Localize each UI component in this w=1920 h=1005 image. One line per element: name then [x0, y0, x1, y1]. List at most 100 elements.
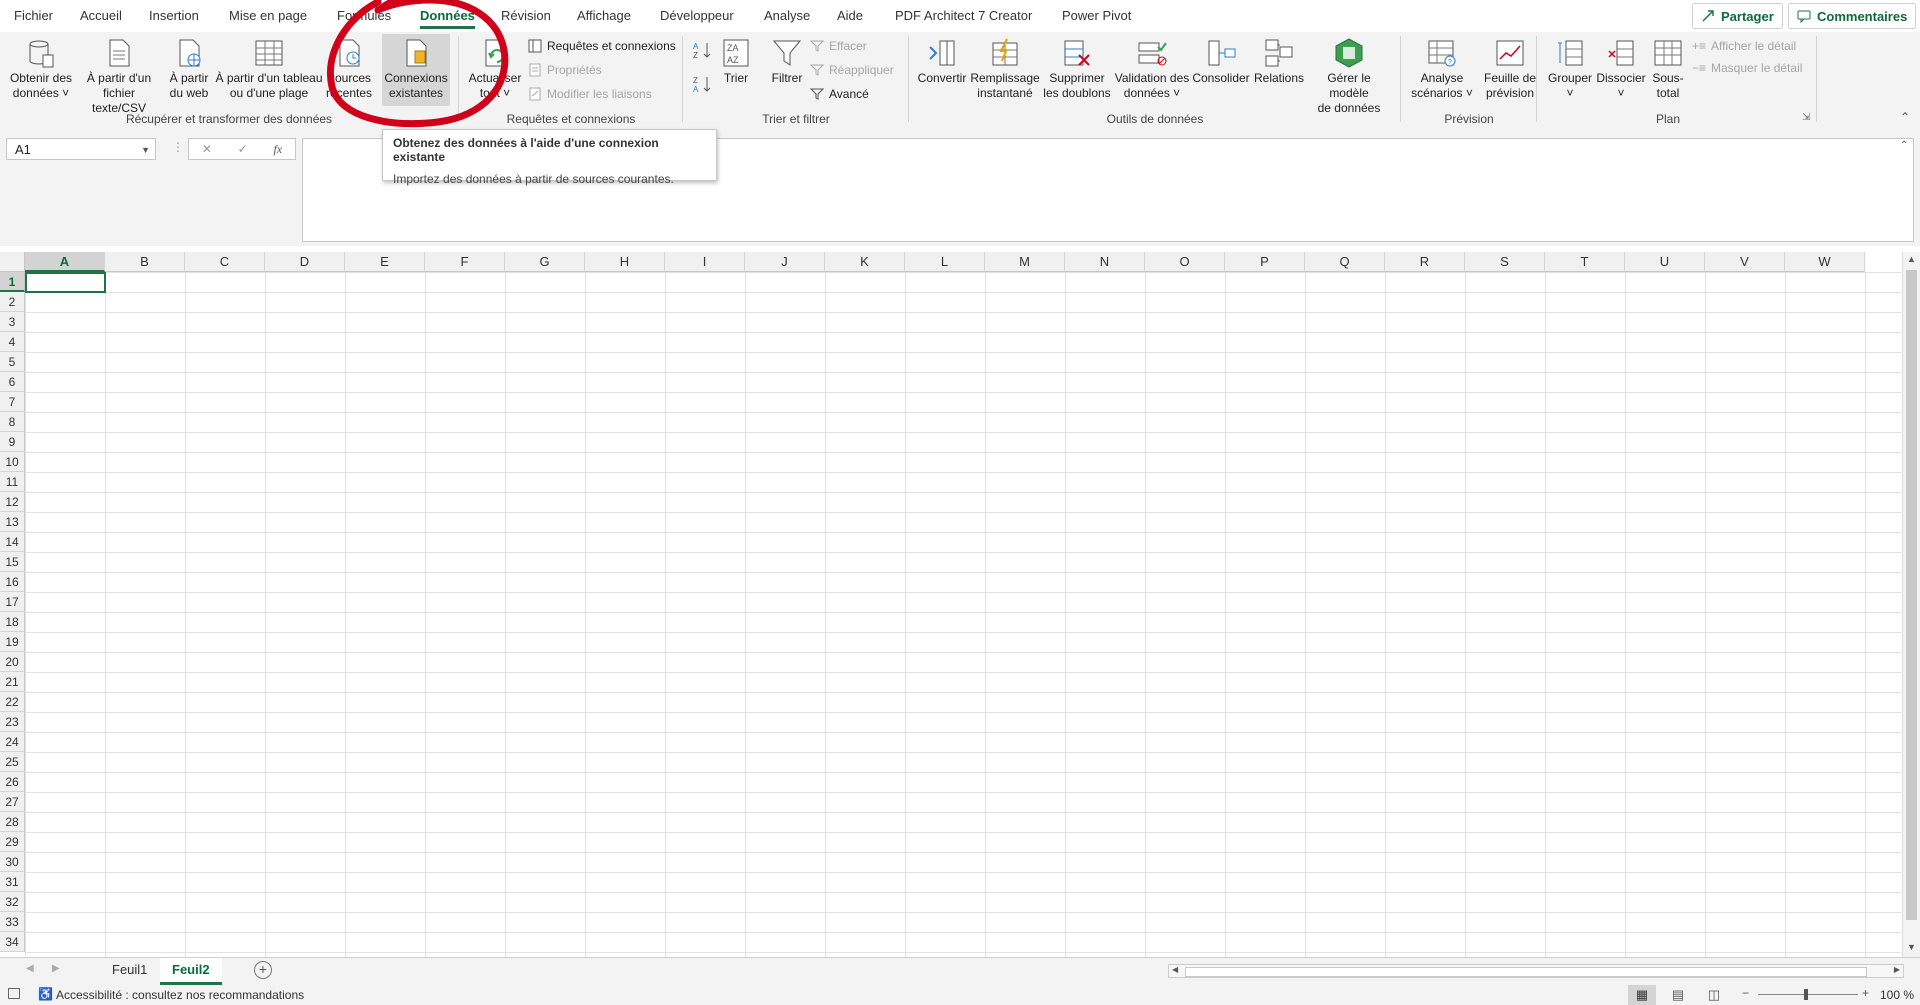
column-header[interactable]: M	[985, 252, 1065, 272]
from-table-button[interactable]: À partir d'un tableau ou d'une plage	[214, 34, 324, 106]
zoom-out-icon[interactable]: −	[1742, 986, 1749, 1000]
zoom-slider[interactable]	[1758, 994, 1858, 995]
tab-developpeur[interactable]: Développeur	[660, 8, 734, 23]
share-button[interactable]: Partager	[1692, 3, 1783, 29]
next-sheet-icon[interactable]: ▶	[52, 963, 60, 974]
horizontal-scrollbar[interactable]: ◀ ▶	[1168, 964, 1904, 978]
vertical-scrollbar[interactable]: ▲ ▼	[1902, 252, 1920, 957]
page-layout-icon[interactable]: ▤	[1666, 985, 1690, 1005]
tab-analyse[interactable]: Analyse	[764, 8, 810, 23]
get-data-button[interactable]: Obtenir des données ˅	[4, 34, 78, 106]
row-header[interactable]: 13	[0, 512, 25, 532]
column-header[interactable]: B	[105, 252, 185, 272]
row-header[interactable]: 8	[0, 412, 25, 432]
confirm-icon[interactable]: ✓	[238, 142, 248, 156]
flash-fill-button[interactable]: Remplissage instantané	[970, 34, 1040, 106]
sort-button[interactable]: ZA AZ Trier	[718, 34, 754, 106]
row-header[interactable]: 22	[0, 692, 25, 712]
reapply-filter-button[interactable]: Réappliquer	[810, 60, 894, 80]
tab-insertion[interactable]: Insertion	[149, 8, 199, 23]
tab-affichage[interactable]: Affichage	[577, 8, 631, 23]
row-header[interactable]: 14	[0, 532, 25, 552]
row-header[interactable]: 23	[0, 712, 25, 732]
select-all-corner[interactable]	[0, 252, 25, 272]
group-button[interactable]: Grouper ˅	[1542, 34, 1598, 106]
zoom-thumb[interactable]	[1804, 989, 1808, 1000]
row-header[interactable]: 31	[0, 872, 25, 892]
scroll-down-icon[interactable]: ▼	[1907, 942, 1916, 952]
column-header[interactable]: K	[825, 252, 905, 272]
scroll-up-icon[interactable]: ▲	[1907, 254, 1916, 264]
row-header[interactable]: 3	[0, 312, 25, 332]
row-header[interactable]: 34	[0, 932, 25, 952]
row-header[interactable]: 21	[0, 672, 25, 692]
from-web-button[interactable]: À partir du web	[164, 34, 214, 106]
edit-links-button[interactable]: Modifier les liaisons	[528, 84, 652, 104]
row-header[interactable]: 11	[0, 472, 25, 492]
column-header[interactable]: I	[665, 252, 745, 272]
row-header[interactable]: 27	[0, 792, 25, 812]
sort-za-button[interactable]: ZA	[692, 74, 712, 94]
properties-button[interactable]: Propriétés	[528, 60, 602, 80]
zoom-level[interactable]: 100 %	[1880, 988, 1914, 1002]
data-validation-button[interactable]: Validation des données ˅	[1114, 34, 1190, 106]
column-header[interactable]: C	[185, 252, 265, 272]
column-header[interactable]: R	[1385, 252, 1465, 272]
row-header[interactable]: 12	[0, 492, 25, 512]
row-header[interactable]: 20	[0, 652, 25, 672]
column-header[interactable]: V	[1705, 252, 1785, 272]
row-header[interactable]: 4	[0, 332, 25, 352]
text-to-columns-button[interactable]: Convertir	[914, 34, 970, 106]
tab-mise-en-page[interactable]: Mise en page	[229, 8, 307, 23]
from-text-csv-button[interactable]: À partir d'un fichier texte/CSV	[76, 34, 162, 115]
row-header[interactable]: 24	[0, 732, 25, 752]
forecast-sheet-button[interactable]: Feuille de prévision	[1478, 34, 1542, 106]
row-header[interactable]: 7	[0, 392, 25, 412]
show-detail-button[interactable]: +≡ Afficher le détail	[1692, 36, 1796, 56]
manage-data-model-button[interactable]: Gérer le modèle de données	[1306, 34, 1392, 115]
existing-connections-button[interactable]: Connexions existantes	[382, 34, 450, 106]
page-break-icon[interactable]: ◫	[1702, 985, 1726, 1005]
queries-connections-button[interactable]: Requêtes et connexions	[528, 36, 676, 56]
tab-accueil[interactable]: Accueil	[80, 8, 122, 23]
consolidate-button[interactable]: Consolider	[1190, 34, 1252, 106]
filter-button[interactable]: Filtrer	[764, 34, 810, 106]
scroll-right-icon[interactable]: ▶	[1894, 965, 1900, 974]
row-header[interactable]: 5	[0, 352, 25, 372]
column-header[interactable]: F	[425, 252, 505, 272]
tab-power-pivot[interactable]: Power Pivot	[1062, 8, 1131, 23]
advanced-filter-button[interactable]: Avancé	[810, 84, 869, 104]
column-header[interactable]: T	[1545, 252, 1625, 272]
subtotal-button[interactable]: Sous- total	[1648, 34, 1688, 106]
row-header[interactable]: 29	[0, 832, 25, 852]
row-header[interactable]: 25	[0, 752, 25, 772]
recent-sources-button[interactable]: Sources récentes	[324, 34, 374, 106]
tab-donnees[interactable]: Données	[420, 8, 475, 29]
comments-button[interactable]: Commentaires	[1788, 3, 1917, 29]
row-header[interactable]: 33	[0, 912, 25, 932]
row-header[interactable]: 32	[0, 892, 25, 912]
row-header[interactable]: 18	[0, 612, 25, 632]
sheet-tab-feuil2[interactable]: Feuil2	[160, 958, 222, 985]
row-header[interactable]: 30	[0, 852, 25, 872]
row-header[interactable]: 16	[0, 572, 25, 592]
row-header[interactable]: 9	[0, 432, 25, 452]
tab-aide[interactable]: Aide	[837, 8, 863, 23]
column-header[interactable]: N	[1065, 252, 1145, 272]
row-header[interactable]: 28	[0, 812, 25, 832]
column-header[interactable]: A	[25, 252, 105, 272]
row-header[interactable]: 6	[0, 372, 25, 392]
row-header[interactable]: 10	[0, 452, 25, 472]
chevron-down-icon[interactable]: ▼	[141, 139, 150, 161]
add-sheet-icon[interactable]: +	[254, 961, 272, 979]
collapse-ribbon-icon[interactable]: ⌃	[1900, 110, 1910, 124]
chevron-up-icon[interactable]: ⌃	[1900, 140, 1908, 151]
ungroup-button[interactable]: Dissocier ˅	[1594, 34, 1648, 106]
scroll-left-icon[interactable]: ◀	[1172, 965, 1178, 974]
row-header[interactable]: 1	[0, 272, 25, 292]
zoom-in-icon[interactable]: +	[1862, 986, 1869, 1000]
hide-detail-button[interactable]: −≡ Masquer le détail	[1692, 58, 1802, 78]
accessibility-status[interactable]: Accessibilité : consultez nos recommanda…	[56, 988, 304, 1002]
sort-az-button[interactable]: AZ	[692, 40, 712, 60]
column-header[interactable]: W	[1785, 252, 1865, 272]
